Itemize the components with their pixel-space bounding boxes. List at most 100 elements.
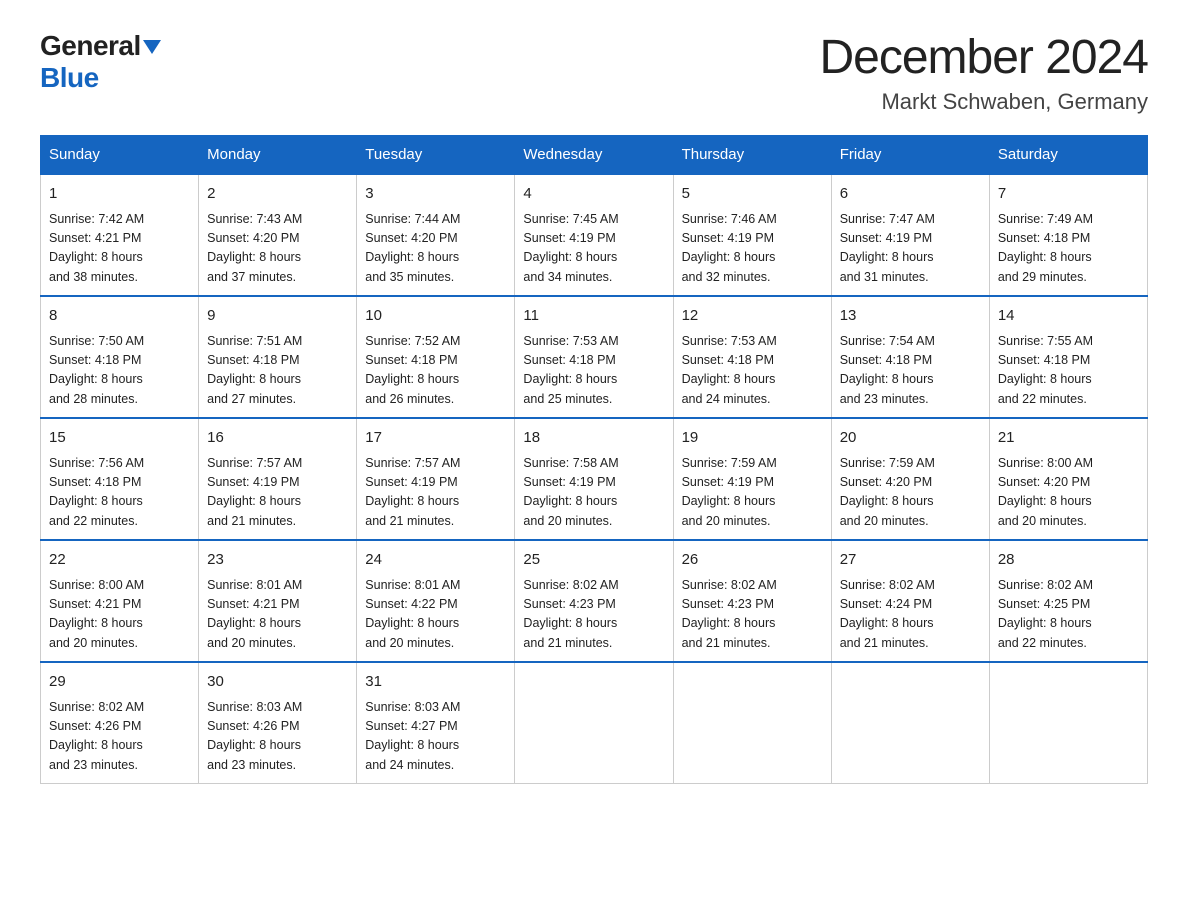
day-info: Sunrise: 8:01 AMSunset: 4:22 PMDaylight:… (365, 576, 506, 654)
day-number: 27 (840, 549, 981, 572)
col-header-tuesday: Tuesday (357, 136, 515, 175)
day-number: 3 (365, 183, 506, 206)
logo-line1: General (40, 30, 161, 62)
day-cell: 18Sunrise: 7:58 AMSunset: 4:19 PMDayligh… (515, 418, 673, 540)
day-info: Sunrise: 7:57 AMSunset: 4:19 PMDaylight:… (365, 454, 506, 532)
day-info: Sunrise: 7:55 AMSunset: 4:18 PMDaylight:… (998, 332, 1139, 410)
day-number: 15 (49, 427, 190, 450)
day-info: Sunrise: 7:51 AMSunset: 4:18 PMDaylight:… (207, 332, 348, 410)
day-info: Sunrise: 7:52 AMSunset: 4:18 PMDaylight:… (365, 332, 506, 410)
day-info: Sunrise: 8:03 AMSunset: 4:27 PMDaylight:… (365, 698, 506, 776)
day-cell: 22 Sunrise: 8:00 AMSunset: 4:21 PMDayligh… (41, 540, 199, 662)
day-info: Sunrise: 7:54 AMSunset: 4:18 PMDaylight:… (840, 332, 981, 410)
day-cell: 20Sunrise: 7:59 AMSunset: 4:20 PMDayligh… (831, 418, 989, 540)
day-number: 21 (998, 427, 1139, 450)
day-number: 13 (840, 305, 981, 328)
day-cell: 24Sunrise: 8:01 AMSunset: 4:22 PMDayligh… (357, 540, 515, 662)
day-number: 6 (840, 183, 981, 206)
day-number: 8 (49, 305, 190, 328)
day-cell: 29 Sunrise: 8:02 AMSunset: 4:26 PMDayligh… (41, 662, 199, 784)
day-cell: 2 Sunrise: 7:43 AMSunset: 4:20 PMDaylight… (199, 174, 357, 296)
col-header-saturday: Saturday (989, 136, 1147, 175)
day-cell: 12 Sunrise: 7:53 AMSunset: 4:18 PMDayligh… (673, 296, 831, 418)
col-header-monday: Monday (199, 136, 357, 175)
day-cell: 28Sunrise: 8:02 AMSunset: 4:25 PMDayligh… (989, 540, 1147, 662)
logo-general-text: General (40, 30, 141, 61)
day-number: 2 (207, 183, 348, 206)
day-cell: 6 Sunrise: 7:47 AMSunset: 4:19 PMDaylight… (831, 174, 989, 296)
day-cell (673, 662, 831, 784)
day-number: 22 (49, 549, 190, 572)
day-info: Sunrise: 8:00 AMSunset: 4:21 PMDaylight:… (49, 576, 190, 654)
logo-blue-text: Blue (40, 62, 99, 93)
day-number: 17 (365, 427, 506, 450)
day-cell: 17 Sunrise: 7:57 AMSunset: 4:19 PMDayligh… (357, 418, 515, 540)
day-info: Sunrise: 8:02 AMSunset: 4:23 PMDaylight:… (523, 576, 664, 654)
day-cell: 3 Sunrise: 7:44 AMSunset: 4:20 PMDaylight… (357, 174, 515, 296)
day-cell (831, 662, 989, 784)
day-cell: 4Sunrise: 7:45 AMSunset: 4:19 PMDaylight… (515, 174, 673, 296)
day-info: Sunrise: 7:50 AMSunset: 4:18 PMDaylight:… (49, 332, 190, 410)
day-number: 25 (523, 549, 664, 572)
calendar-title: December 2024 (819, 30, 1148, 85)
day-number: 28 (998, 549, 1139, 572)
day-cell (989, 662, 1147, 784)
day-cell: 1 Sunrise: 7:42 AMSunset: 4:21 PMDaylight… (41, 174, 199, 296)
day-info: Sunrise: 7:44 AMSunset: 4:20 PMDaylight:… (365, 210, 506, 288)
calendar-subtitle: Markt Schwaben, Germany (819, 89, 1148, 115)
day-info: Sunrise: 8:02 AMSunset: 4:24 PMDaylight:… (840, 576, 981, 654)
logo-triangle-icon (143, 40, 161, 54)
week-row-4: 22 Sunrise: 8:00 AMSunset: 4:21 PMDayligh… (41, 540, 1148, 662)
calendar-header-row: SundayMondayTuesdayWednesdayThursdayFrid… (41, 136, 1148, 175)
day-info: Sunrise: 7:58 AMSunset: 4:19 PMDaylight:… (523, 454, 664, 532)
day-info: Sunrise: 7:49 AMSunset: 4:18 PMDaylight:… (998, 210, 1139, 288)
day-cell: 13 Sunrise: 7:54 AMSunset: 4:18 PMDayligh… (831, 296, 989, 418)
col-header-thursday: Thursday (673, 136, 831, 175)
day-info: Sunrise: 7:53 AMSunset: 4:18 PMDaylight:… (523, 332, 664, 410)
day-number: 1 (49, 183, 190, 206)
day-cell: 26 Sunrise: 8:02 AMSunset: 4:23 PMDayligh… (673, 540, 831, 662)
day-info: Sunrise: 7:59 AMSunset: 4:19 PMDaylight:… (682, 454, 823, 532)
day-number: 26 (682, 549, 823, 572)
day-cell: 7 Sunrise: 7:49 AMSunset: 4:18 PMDaylight… (989, 174, 1147, 296)
day-number: 23 (207, 549, 348, 572)
day-info: Sunrise: 7:46 AMSunset: 4:19 PMDaylight:… (682, 210, 823, 288)
day-info: Sunrise: 7:59 AMSunset: 4:20 PMDaylight:… (840, 454, 981, 532)
day-info: Sunrise: 8:00 AMSunset: 4:20 PMDaylight:… (998, 454, 1139, 532)
day-cell: 25 Sunrise: 8:02 AMSunset: 4:23 PMDayligh… (515, 540, 673, 662)
day-info: Sunrise: 7:43 AMSunset: 4:20 PMDaylight:… (207, 210, 348, 288)
day-info: Sunrise: 8:03 AMSunset: 4:26 PMDaylight:… (207, 698, 348, 776)
week-row-3: 15 Sunrise: 7:56 AMSunset: 4:18 PMDayligh… (41, 418, 1148, 540)
day-number: 14 (998, 305, 1139, 328)
day-cell: 15 Sunrise: 7:56 AMSunset: 4:18 PMDayligh… (41, 418, 199, 540)
day-cell: 23 Sunrise: 8:01 AMSunset: 4:21 PMDayligh… (199, 540, 357, 662)
day-number: 29 (49, 671, 190, 694)
col-header-sunday: Sunday (41, 136, 199, 175)
day-info: Sunrise: 7:42 AMSunset: 4:21 PMDaylight:… (49, 210, 190, 288)
day-info: Sunrise: 8:02 AMSunset: 4:23 PMDaylight:… (682, 576, 823, 654)
week-row-2: 8 Sunrise: 7:50 AMSunset: 4:18 PMDaylight… (41, 296, 1148, 418)
calendar-table: SundayMondayTuesdayWednesdayThursdayFrid… (40, 135, 1148, 784)
day-number: 19 (682, 427, 823, 450)
page-header: General Blue December 2024 Markt Schwabe… (40, 30, 1148, 115)
day-cell: 14 Sunrise: 7:55 AMSunset: 4:18 PMDayligh… (989, 296, 1147, 418)
day-cell: 27 Sunrise: 8:02 AMSunset: 4:24 PMDayligh… (831, 540, 989, 662)
day-number: 4 (523, 183, 664, 206)
day-info: Sunrise: 7:56 AMSunset: 4:18 PMDaylight:… (49, 454, 190, 532)
day-cell: 31Sunrise: 8:03 AMSunset: 4:27 PMDayligh… (357, 662, 515, 784)
day-info: Sunrise: 7:53 AMSunset: 4:18 PMDaylight:… (682, 332, 823, 410)
day-number: 12 (682, 305, 823, 328)
day-number: 30 (207, 671, 348, 694)
day-number: 5 (682, 183, 823, 206)
day-number: 10 (365, 305, 506, 328)
day-info: Sunrise: 8:02 AMSunset: 4:26 PMDaylight:… (49, 698, 190, 776)
day-info: Sunrise: 7:47 AMSunset: 4:19 PMDaylight:… (840, 210, 981, 288)
day-cell: 11 Sunrise: 7:53 AMSunset: 4:18 PMDayligh… (515, 296, 673, 418)
day-number: 7 (998, 183, 1139, 206)
title-section: December 2024 Markt Schwaben, Germany (819, 30, 1148, 115)
day-info: Sunrise: 8:01 AMSunset: 4:21 PMDaylight:… (207, 576, 348, 654)
day-cell: 5 Sunrise: 7:46 AMSunset: 4:19 PMDaylight… (673, 174, 831, 296)
day-number: 11 (523, 305, 664, 328)
week-row-1: 1 Sunrise: 7:42 AMSunset: 4:21 PMDaylight… (41, 174, 1148, 296)
day-cell: 30 Sunrise: 8:03 AMSunset: 4:26 PMDayligh… (199, 662, 357, 784)
